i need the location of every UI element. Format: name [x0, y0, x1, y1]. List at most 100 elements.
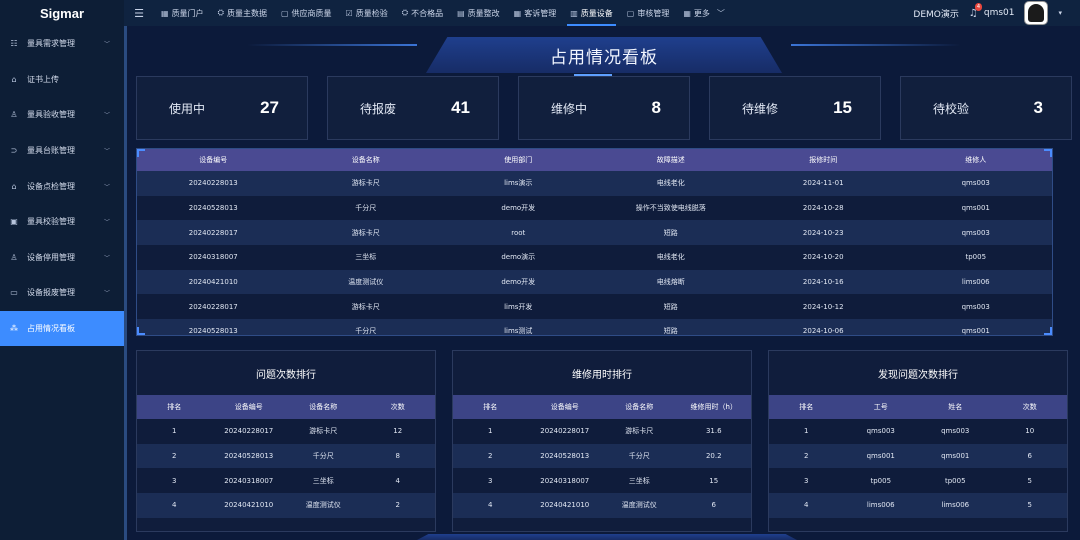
- table-cell: 温度测试仪: [348, 278, 384, 287]
- nav-label: 质量检验: [355, 8, 388, 18]
- nav-more[interactable]: ▦ 更多 ﹀: [676, 0, 732, 26]
- nav-quality-inspection[interactable]: ☑ 质量检验: [339, 0, 395, 26]
- company-name[interactable]: DEMO演示: [913, 7, 958, 20]
- sidebar-item-gauge-acceptance[interactable]: ♙ 量具验收管理 ﹀: [0, 97, 124, 133]
- table-row[interactable]: 3 tp005 tp005 5: [769, 468, 1067, 494]
- table-cell: tp005: [944, 476, 966, 485]
- sidebar-item-gauge-calibration[interactable]: ▣ 量具校验管理 ﹀: [0, 204, 124, 240]
- table-cell: 4: [488, 501, 493, 510]
- nav-supplier-quality[interactable]: ▢ 供应商质量: [274, 0, 339, 26]
- nav-master-data[interactable]: ⛭ 质量主数据: [211, 0, 274, 26]
- sidebar-item-occupancy-dashboard[interactable]: ⁂ 占用情况看板: [0, 310, 124, 347]
- table-cell: 8: [395, 452, 400, 461]
- table-cell: 2: [804, 452, 809, 461]
- title-decoration: [247, 44, 417, 46]
- panel-title: 维修用时排行: [572, 369, 632, 381]
- table-row[interactable]: 1 20240228017 游标卡尺 12: [137, 419, 435, 444]
- table-row[interactable]: 20240228017 游标卡尺 root 短路 2024-10-23 qms003: [137, 220, 1052, 246]
- table-row[interactable]: 20240528013 千分尺 lims测试 短路 2024-10-06 qms001: [137, 319, 1052, 336]
- table-row[interactable]: 20240528013 千分尺 demo开发 操作不当致使电线脱落 2024-10-28…: [137, 195, 1052, 221]
- table-row[interactable]: 2 20240528013 千分尺 20.2: [453, 443, 751, 469]
- table-cell: tp005: [870, 476, 892, 485]
- table-cell: 2024-10-06: [802, 327, 844, 336]
- table-row[interactable]: 1 20240228017 游标卡尺 31.6: [453, 419, 751, 444]
- table-cell: lims开发: [504, 302, 533, 311]
- sidebar-item-spot-check[interactable]: ⌂ 设备点检管理 ﹀: [0, 168, 124, 204]
- table-cell: qms003: [866, 427, 895, 436]
- sidebar-item-label: 设备停用管理: [27, 252, 75, 262]
- nav-rectification[interactable]: ▤ 质量整改: [450, 0, 507, 26]
- table-row[interactable]: 2 20240528013 千分尺 8: [137, 443, 435, 469]
- stat-value: 3: [1033, 98, 1043, 117]
- table-cell: lims演示: [504, 179, 533, 188]
- table-row[interactable]: 4 lims006 lims006 5: [769, 493, 1067, 518]
- stat-label: 待报废: [360, 101, 397, 116]
- table-cell: 5: [1027, 476, 1032, 485]
- chevron-down-icon[interactable]: ▾: [1058, 9, 1062, 17]
- table-row[interactable]: 1 qms003 qms003 10: [769, 419, 1067, 444]
- notifications-button[interactable]: ♫ 4 qms01: [969, 2, 1015, 19]
- table-cell: lims006: [961, 278, 990, 287]
- stat-value: 8: [651, 98, 661, 117]
- chevron-down-icon: ﹀: [103, 290, 110, 298]
- table-row[interactable]: 4 20240421010 温度测试仪 6: [453, 493, 751, 518]
- table-cell: 6: [1027, 452, 1032, 461]
- table-cell: 12: [393, 427, 403, 436]
- stat-card-in-use: 使用中 27: [136, 76, 308, 140]
- table-cell: 千分尺: [312, 452, 334, 461]
- column-header: 使用部门: [504, 156, 533, 164]
- table-row[interactable]: 20240421010 温度测试仪 demo开发 电线熔断 2024-10-16 lims…: [137, 269, 1052, 295]
- table-row[interactable]: 4 20240421010 温度测试仪 2: [137, 493, 435, 518]
- table-cell: 三坐标: [312, 476, 334, 485]
- table-cell: 20240421010: [540, 501, 590, 510]
- table-cell: 20240318007: [188, 253, 238, 262]
- table-cell: 千分尺: [355, 327, 377, 336]
- corner-decoration: [137, 327, 145, 335]
- table-cell: 5: [1027, 501, 1032, 510]
- sidebar-item-gauge-demand[interactable]: ☷ 量具需求管理 ﹀: [0, 26, 124, 62]
- nav-audit[interactable]: ▢ 审核管理: [620, 0, 677, 26]
- audit-icon: ▢: [626, 8, 635, 18]
- table-cell: 2024-11-01: [802, 179, 844, 188]
- panel-repair-time-ranking: 维修用时排行 排名 设备编号 设备名称 维修用时（h） 1 20240228017 游标卡…: [452, 350, 752, 532]
- dashboard: 占用情况看板 使用中 27 待报废 41 维修中 8 待维修 15 待校验 3 设备编号 …: [124, 26, 1080, 540]
- column-header: 故障描述: [656, 156, 685, 164]
- nav-complaints[interactable]: ▦ 客诉管理: [507, 0, 564, 26]
- table-header: 排名 设备编号 设备名称 维修用时（h）: [453, 395, 751, 419]
- sidebar-item-label: 占用情况看板: [27, 324, 75, 334]
- stat-label: 待校验: [933, 101, 970, 116]
- table-row[interactable]: 20240318007 三坐标 demo演示 电线老化 2024-10-20 tp005: [137, 245, 1052, 270]
- corner-decoration: [1044, 149, 1052, 157]
- table-row[interactable]: 3 20240318007 三坐标 4: [137, 468, 435, 494]
- nav-nonconforming[interactable]: ⛭ 不合格品: [395, 0, 450, 26]
- sidebar-item-certificate-upload[interactable]: ⌂ 证书上传: [0, 62, 124, 98]
- table-cell: 2024-10-28: [802, 204, 844, 213]
- column-header: 设备名称: [351, 156, 380, 164]
- sidebar-item-gauge-ledger[interactable]: ⊃ 量具台账管理 ﹀: [0, 133, 124, 169]
- table-cell: lims006: [866, 501, 895, 510]
- table-cell: 3: [488, 476, 493, 485]
- column-header: 设备名称: [309, 403, 338, 411]
- stat-label: 使用中: [169, 101, 206, 116]
- menu-toggle-icon[interactable]: ☰: [124, 7, 154, 20]
- nav-label: 客诉管理: [524, 8, 557, 18]
- table-cell: 20240528013: [540, 452, 590, 461]
- avatar[interactable]: [1024, 1, 1049, 25]
- sidebar-item-equipment-deactivation[interactable]: ♙ 设备停用管理 ﹀: [0, 240, 124, 276]
- table-cell: 3: [172, 476, 177, 485]
- table-row[interactable]: 3 20240318007 三坐标 15: [453, 468, 751, 494]
- repair-records-table[interactable]: 设备编号 设备名称 使用部门 故障描述 报修时间 维修人 20240228013…: [136, 148, 1053, 336]
- nav-label: 质量整改: [467, 8, 500, 18]
- column-header: 排名: [167, 403, 182, 411]
- brand-logo[interactable]: Sigmar: [0, 0, 124, 26]
- sidebar-item-equipment-scrapping[interactable]: ▭ 设备报废管理 ﹀: [0, 275, 124, 311]
- table-cell: 电线老化: [656, 179, 685, 188]
- equipment-icon: ▥: [570, 8, 578, 18]
- table-row[interactable]: 20240228013 游标卡尺 lims演示 电线老化 2024-11-01 qms00…: [137, 171, 1052, 196]
- table-row[interactable]: 20240228017 游标卡尺 lims开发 短路 2024-10-12 qms003: [137, 294, 1052, 320]
- nav-quality-portal[interactable]: ▦ 质量门户: [154, 0, 211, 26]
- nav-label: 质量设备: [580, 8, 613, 18]
- user-name[interactable]: qms01: [984, 8, 1015, 18]
- nav-quality-equipment[interactable]: ▥ 质量设备: [563, 0, 620, 26]
- table-row[interactable]: 2 qms001 qms001 6: [769, 443, 1067, 469]
